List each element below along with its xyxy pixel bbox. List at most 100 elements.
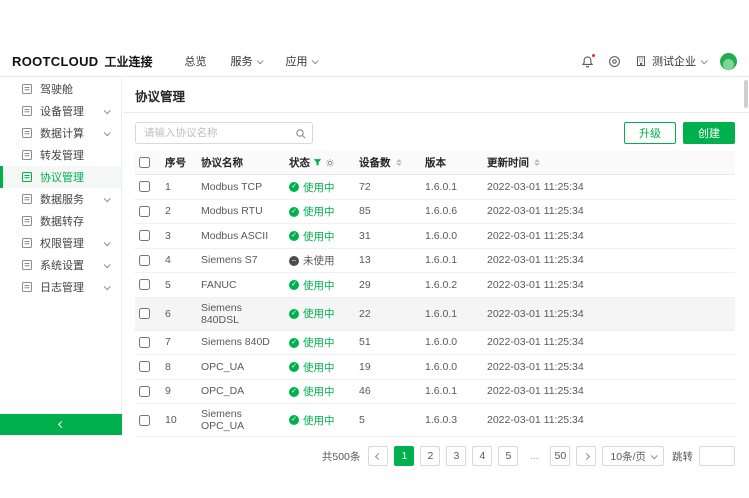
page-button[interactable]: 2 [420,446,440,466]
page-button[interactable]: 1 [394,446,414,466]
status-dot-icon [289,309,299,319]
sidebar-item[interactable]: 协议管理 [0,166,121,188]
upgrade-button[interactable]: 升级 [624,122,676,144]
sidebar-item-icon [21,83,33,95]
action-buttons: 升级 创建 [624,122,735,144]
sidebar-item[interactable]: 设备管理 [0,100,121,122]
table-row: 8 OPC_UA 使用中 19 1.6.0.0 2022-03-01 11:25… [135,355,735,380]
table-row: 3 Modbus ASCII 使用中 31 1.6.0.0 2022-03-01… [135,224,735,249]
version: 1.6.0.3 [421,404,483,437]
row-checkbox[interactable] [139,386,150,397]
nav-item[interactable]: 应用 [276,46,327,76]
scrollbar-thumb[interactable] [744,80,748,108]
create-button[interactable]: 创建 [683,122,735,144]
sort-toggle[interactable] [396,159,402,166]
sidebar-item-icon [21,281,33,293]
header-name: 协议名称 [197,151,285,175]
header-no: 序号 [161,151,197,175]
sidebar-item[interactable]: 数据服务 [0,188,121,210]
nav-item-label: 应用 [286,53,308,69]
protocol-name: OPC_UA [197,355,285,380]
update-time: 2022-03-01 11:25:34 [483,199,735,224]
sidebar-collapse-button[interactable] [0,414,122,435]
status-dot-icon [289,231,299,241]
company-selector[interactable]: 测试企业 [635,53,706,69]
jump-page-input[interactable] [699,446,735,466]
device-count: 22 [355,297,421,330]
status-dot-icon [289,280,299,290]
sidebar-item[interactable]: 系统设置 [0,254,121,276]
notification-badge [591,53,596,58]
row-checkbox-cell [135,355,161,380]
page-button: ... [524,446,544,466]
search-input[interactable] [135,122,313,144]
sidebar-item[interactable]: 数据转存 [0,210,121,232]
row-checkbox[interactable] [139,337,150,348]
header-label: 更新时间 [487,155,529,170]
row-checkbox[interactable] [139,206,150,217]
chevron-left-icon [57,421,64,428]
chevron-down-icon [104,283,111,290]
row-checkbox[interactable] [139,230,150,241]
page-size-select[interactable]: 10条/页 [602,446,664,466]
sidebar-item-label: 设备管理 [40,103,84,119]
sidebar-item[interactable]: 驾驶舱 [0,78,121,100]
column-settings-gear-icon[interactable] [325,158,335,168]
page-size-value: 10条/页 [610,449,646,464]
row-checkbox[interactable] [139,279,150,290]
status-cell: 使用中 [285,273,355,298]
user-avatar[interactable] [720,53,737,70]
gear-icon[interactable] [608,55,621,68]
page-title: 协议管理 [135,86,735,105]
page: ROOTCLOUD 工业连接 总览 服务 应用 [0,0,749,498]
page-button[interactable]: 5 [498,446,518,466]
select-all-checkbox[interactable] [139,157,150,168]
status-label: 使用中 [303,278,335,293]
status-badge: 使用中 [289,204,335,219]
sort-toggle[interactable] [534,159,540,166]
status-badge: 使用中 [289,335,335,350]
sidebar-item[interactable]: 转发管理 [0,144,121,166]
sidebar-item[interactable]: 日志管理 [0,276,121,298]
next-page-button[interactable] [576,446,596,466]
row-index: 5 [161,273,197,298]
status-cell: 使用中 [285,355,355,380]
chevron-left-icon [375,452,382,459]
sidebar-item[interactable]: 数据计算 [0,122,121,144]
status-label: 使用中 [303,335,335,350]
sidebar-item[interactable]: 权限管理 [0,232,121,254]
sidebar-item-label: 数据服务 [40,191,84,207]
protocol-name: Siemens S7 [197,248,285,273]
row-checkbox-cell [135,297,161,330]
page-button[interactable]: 50 [550,446,570,466]
row-checkbox[interactable] [139,361,150,372]
sidebar-item-icon [21,105,33,117]
row-checkbox-cell [135,199,161,224]
sidebar-item-icon [21,149,33,161]
row-index: 9 [161,379,197,404]
row-checkbox-cell [135,379,161,404]
protocol-name: Modbus ASCII [197,224,285,249]
page-button[interactable]: 4 [472,446,492,466]
main-nav: 总览 服务 应用 [175,46,327,76]
status-cell: 未使用 [285,248,355,273]
row-checkbox[interactable] [139,415,150,426]
sidebar-item-label: 协议管理 [40,169,84,185]
version: 1.6.0.1 [421,379,483,404]
row-checkbox[interactable] [139,308,150,319]
nav-item[interactable]: 总览 [175,46,217,76]
chevron-down-icon [311,57,318,64]
row-checkbox[interactable] [139,181,150,192]
prev-page-button[interactable] [368,446,388,466]
total-count: 共500条 [322,449,361,464]
search-icon[interactable] [295,127,307,145]
page-button[interactable]: 3 [446,446,466,466]
device-count: 5 [355,404,421,437]
notification-bell-icon[interactable] [581,55,594,68]
filter-funnel-icon[interactable] [313,158,322,167]
status-cell: 使用中 [285,297,355,330]
status-badge: 使用中 [289,384,335,399]
main-content: 协议管理 升级 创建 [123,78,749,435]
row-checkbox[interactable] [139,255,150,266]
nav-item[interactable]: 服务 [221,46,272,76]
